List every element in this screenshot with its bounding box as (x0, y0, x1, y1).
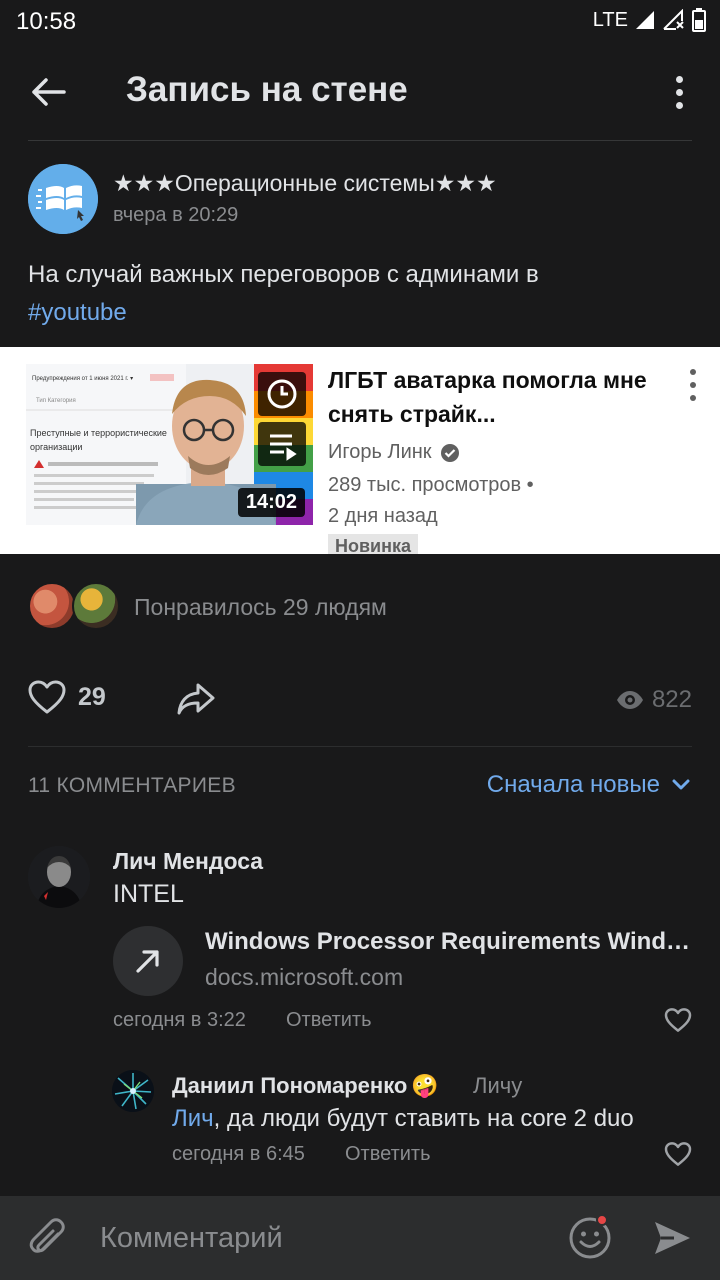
reply-button[interactable]: Ответить (345, 1143, 431, 1166)
more-dot (675, 101, 683, 109)
post-text-body: На случай важных переговоров с админами … (28, 261, 539, 288)
verified-check-icon (440, 443, 459, 462)
hashtag-link[interactable]: #youtube (28, 299, 127, 326)
avatar-image (28, 846, 90, 908)
heart-icon (28, 680, 66, 714)
liker-avatar[interactable] (28, 582, 76, 630)
svg-text:Предупреждения от 1 июня 2021: Предупреждения от 1 июня 2021 г. ▾ (32, 376, 133, 382)
reply-text: Лич, да люди будут ставить на core 2 duo (172, 1105, 634, 1133)
video-duration: 14:02 (237, 488, 305, 517)
avatar-image (112, 1070, 154, 1112)
video-channel[interactable]: Игорь Линк (328, 441, 460, 464)
mention-link[interactable]: Лич (172, 1105, 214, 1132)
status-bar: 10:58 LTE (0, 0, 720, 44)
send-icon (655, 1222, 690, 1254)
sort-label: Сначала новые (486, 771, 660, 798)
share-button[interactable] (176, 682, 216, 721)
author-emoji: 🤪 (411, 1073, 439, 1098)
battery-icon (692, 8, 706, 32)
eye-icon (616, 691, 643, 709)
network-type: LTE (592, 8, 628, 31)
comment-composer (0, 1196, 720, 1280)
page-title: Запись на стене (126, 70, 408, 109)
views-number: 822 (651, 686, 692, 713)
reply-button[interactable]: Ответить (286, 1009, 372, 1032)
reply-author-name-text: Даниил Пономаренко (172, 1073, 408, 1098)
post-time: вчера в 20:29 (113, 204, 239, 226)
likes-summary[interactable]: Понравилось 29 людям (134, 594, 387, 621)
send-button[interactable] (652, 1218, 692, 1263)
back-button[interactable] (26, 72, 70, 112)
comment-input[interactable] (100, 1218, 540, 1258)
youtube-video-card[interactable]: Предупреждения от 1 июня 2021 г. ▾ Тип К… (0, 347, 720, 554)
arrow-up-right-icon (136, 950, 159, 973)
like-count: 29 (78, 682, 106, 711)
video-title[interactable]: ЛГБТ аватарка помогла мне снять страйк..… (328, 363, 668, 431)
new-badge: Новинка (328, 534, 419, 554)
reply-to-name[interactable]: Личу (473, 1073, 522, 1099)
like-button[interactable]: 29 (28, 680, 106, 714)
link-domain: docs.microsoft.com (205, 964, 404, 990)
more-options-button[interactable] (664, 72, 694, 112)
header-divider (28, 140, 692, 141)
attach-button[interactable] (28, 1218, 68, 1265)
share-icon (177, 683, 215, 715)
status-icons: LTE (593, 8, 706, 32)
video-date: 2 дня назад (328, 505, 438, 527)
comment-like-button[interactable] (664, 1008, 692, 1037)
channel-name: Игорь Линк (328, 441, 432, 463)
svg-text:Преступные и террористические: Преступные и террористические (30, 428, 167, 438)
comment-text: INTEL (113, 880, 184, 908)
reply-author-name[interactable]: Даниил Пономаренко 🤪 (172, 1073, 439, 1099)
actions-divider (28, 746, 692, 747)
reply-time: сегодня в 6:45 (172, 1143, 305, 1165)
link-title[interactable]: Windows Processor Requirements Windows 1… (205, 928, 693, 956)
more-dot (675, 88, 683, 96)
comments-count: 11 КОММЕНТАРИЕВ (28, 774, 236, 797)
chevron-down-icon (672, 779, 690, 790)
more-dot (690, 395, 696, 401)
paperclip-icon (29, 1218, 65, 1253)
more-dot (690, 382, 696, 388)
comment-author-avatar[interactable] (28, 846, 90, 908)
liker-avatar[interactable] (72, 582, 120, 630)
link-attachment-icon[interactable] (113, 926, 183, 996)
video-thumbnail[interactable]: Предупреждения от 1 июня 2021 г. ▾ Тип К… (26, 364, 313, 525)
svg-text:Тип Категория: Тип Категория (36, 398, 76, 404)
signal-no-data-icon (663, 9, 684, 30)
reply-like-button[interactable] (664, 1142, 692, 1171)
comment-author-name[interactable]: Лич Мендоса (113, 848, 263, 875)
video-views: 289 тыс. просмотров • (328, 474, 534, 496)
status-time: 10:58 (16, 8, 77, 35)
reply-text-body: , да люди будут ставить на core 2 duo (213, 1105, 634, 1132)
group-name[interactable]: ★★★Операционные системы★★★ (113, 170, 497, 197)
arrow-left-icon (32, 78, 66, 106)
sort-comments-button[interactable]: Сначала новые (487, 771, 690, 799)
notification-dot (596, 1214, 608, 1226)
heart-icon (664, 1008, 692, 1032)
svg-text:организации: организации (30, 442, 82, 452)
app-header: Запись на стене (0, 44, 720, 140)
signal-icon (636, 11, 654, 29)
comment-time: сегодня в 3:22 (113, 1009, 246, 1031)
views-count: 822 (616, 686, 692, 714)
windows-logo-icon (28, 164, 98, 234)
group-avatar[interactable] (28, 164, 98, 234)
heart-icon (664, 1142, 692, 1166)
video-more-button[interactable] (688, 369, 698, 401)
more-vertical-icon (675, 75, 683, 83)
post-text: На случай важных переговоров с админами … (28, 256, 692, 332)
reply-author-avatar[interactable] (112, 1070, 154, 1112)
more-vertical-icon (690, 369, 696, 375)
